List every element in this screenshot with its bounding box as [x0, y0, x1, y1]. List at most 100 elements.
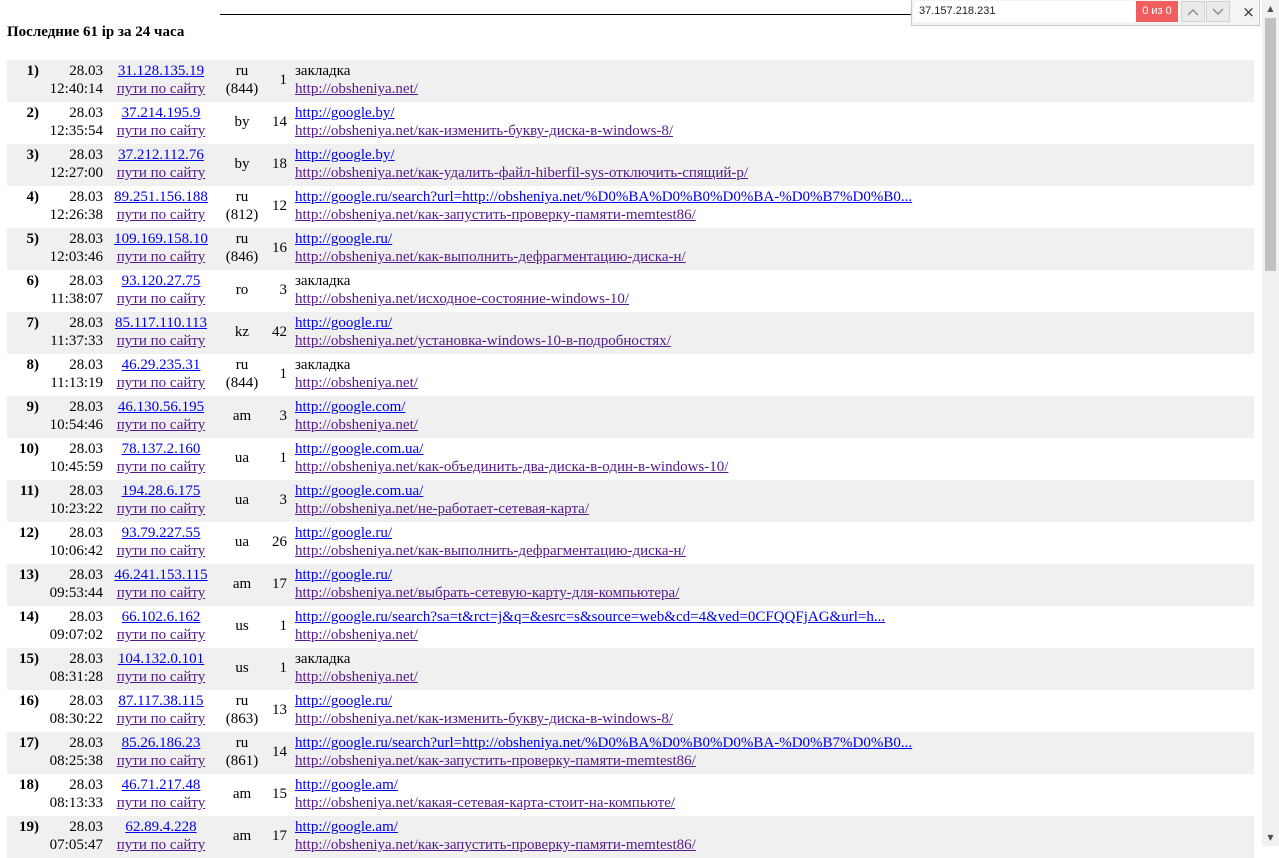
site-paths-link[interactable]: пути по сайту — [111, 626, 211, 644]
site-paths-link[interactable]: пути по сайту — [111, 164, 211, 182]
referrer-cell: http://google.ru/search?url=http://obshe… — [295, 734, 1235, 770]
ip-link[interactable]: 85.26.186.23 — [111, 734, 211, 752]
visit-count: 14 — [272, 114, 287, 130]
ip-link[interactable]: 37.212.112.76 — [111, 146, 211, 164]
referrer-link[interactable]: http://google.by/ — [295, 146, 1235, 164]
landing-page-link[interactable]: http://obsheniya.net/как-запустить-прове… — [295, 752, 1235, 770]
site-paths-link[interactable]: пути по сайту — [111, 206, 211, 224]
scroll-down-arrow-icon[interactable]: ▼ — [1262, 829, 1279, 846]
ip-link[interactable]: 104.132.0.101 — [111, 650, 211, 668]
visit-datetime: 28.03 12:26:38 — [43, 188, 103, 224]
site-paths-link[interactable]: пути по сайту — [111, 416, 211, 434]
site-paths-link[interactable]: пути по сайту — [111, 80, 211, 98]
referrer-link[interactable]: http://google.com.ua/ — [295, 482, 1235, 500]
country-code: ua — [234, 492, 250, 508]
ip-link[interactable]: 85.117.110.113 — [111, 314, 211, 332]
visit-datetime: 28.03 10:23:22 — [43, 482, 103, 518]
referrer-link[interactable]: http://google.com/ — [295, 398, 1235, 416]
visit-date: 28.03 — [69, 525, 103, 541]
scrollbar-thumb[interactable] — [1265, 18, 1276, 271]
country-code: by — [234, 156, 250, 172]
landing-page-link[interactable]: http://obsheniya.net/как-объединить-два-… — [295, 458, 1235, 476]
landing-page-link[interactable]: http://obsheniya.net/как-изменить-букву-… — [295, 710, 1235, 728]
ip-link[interactable]: 93.79.227.55 — [111, 524, 211, 542]
referrer-link[interactable]: http://google.ru/ — [295, 230, 1235, 248]
referrer-link[interactable]: http://google.am/ — [295, 818, 1235, 836]
close-find-button[interactable]: × — [1238, 1, 1259, 22]
site-paths-link[interactable]: пути по сайту — [111, 542, 211, 560]
referrer-link[interactable]: http://google.ru/search?url=http://obshe… — [295, 188, 1235, 206]
ip-link[interactable]: 46.130.56.195 — [111, 398, 211, 416]
visit-time: 12:40:14 — [49, 81, 103, 97]
country-code: am — [232, 576, 252, 592]
site-paths-link[interactable]: пути по сайту — [111, 332, 211, 350]
landing-page-link[interactable]: http://obsheniya.net/какая-сетевая-карта… — [295, 794, 1235, 812]
site-paths-link[interactable]: пути по сайту — [111, 836, 211, 854]
ip-link[interactable]: 37.214.195.9 — [111, 104, 211, 122]
site-paths-link[interactable]: пути по сайту — [111, 752, 211, 770]
landing-page-link[interactable]: http://obsheniya.net/как-запустить-прове… — [295, 206, 1235, 224]
site-paths-link[interactable]: пути по сайту — [111, 500, 211, 518]
landing-page-link[interactable]: http://obsheniya.net/ — [295, 416, 1235, 434]
site-paths-link[interactable]: пути по сайту — [111, 794, 211, 812]
ip-link[interactable]: 46.29.235.31 — [111, 356, 211, 374]
visit-time: 12:03:46 — [49, 249, 103, 265]
referrer-link[interactable]: http://google.ru/ — [295, 566, 1235, 584]
ip-link[interactable]: 46.71.217.48 — [111, 776, 211, 794]
ip-cell: 46.241.153.115 пути по сайту — [111, 566, 211, 602]
referrer-link[interactable]: http://google.ru/ — [295, 314, 1235, 332]
ip-link[interactable]: 109.169.158.10 — [111, 230, 211, 248]
referrer-link[interactable]: http://google.ru/search?sa=t&rct=j&q=&es… — [295, 608, 1235, 626]
country-code: by — [234, 114, 250, 130]
ip-cell: 194.28.6.175 пути по сайту — [111, 482, 211, 518]
landing-page-link[interactable]: http://obsheniya.net/исходное-состояние-… — [295, 290, 1235, 308]
ip-link[interactable]: 78.137.2.160 — [111, 440, 211, 458]
site-paths-link[interactable]: пути по сайту — [111, 710, 211, 728]
landing-page-link[interactable]: http://obsheniya.net/как-выполнить-дефра… — [295, 542, 1235, 560]
visit-date: 28.03 — [69, 609, 103, 625]
landing-page-link[interactable]: http://obsheniya.net/ — [295, 668, 1235, 686]
landing-page-link[interactable]: http://obsheniya.net/ — [295, 626, 1235, 644]
site-paths-link[interactable]: пути по сайту — [111, 290, 211, 308]
ip-link[interactable]: 46.241.153.115 — [111, 566, 211, 584]
vertical-scrollbar[interactable]: ▲ ▼ — [1262, 0, 1279, 846]
visit-datetime: 28.03 12:35:54 — [43, 104, 103, 140]
find-previous-button[interactable] — [1181, 1, 1205, 22]
site-paths-link[interactable]: пути по сайту — [111, 248, 211, 266]
scroll-up-arrow-icon[interactable]: ▲ — [1262, 0, 1279, 17]
landing-page-link[interactable]: http://obsheniya.net/как-удалить-файл-hi… — [295, 164, 1235, 182]
find-input[interactable] — [916, 1, 1148, 21]
ip-link[interactable]: 89.251.156.188 — [111, 188, 211, 206]
ip-link[interactable]: 31.128.135.19 — [111, 62, 211, 80]
visit-time: 09:53:44 — [49, 585, 103, 601]
landing-page-link[interactable]: http://obsheniya.net/ — [295, 374, 1235, 392]
landing-page-link[interactable]: http://obsheniya.net/не-работает-сетевая… — [295, 500, 1235, 518]
referrer-link[interactable]: http://google.am/ — [295, 776, 1235, 794]
referrer-link[interactable]: http://google.ru/ — [295, 692, 1235, 710]
referrer-link[interactable]: http://google.ru/search?url=http://obshe… — [295, 734, 1235, 752]
site-paths-link[interactable]: пути по сайту — [111, 374, 211, 392]
site-paths-link[interactable]: пути по сайту — [111, 122, 211, 140]
referrer-link[interactable]: http://google.by/ — [295, 104, 1235, 122]
row-number: 11) — [19, 483, 39, 499]
landing-page-link[interactable]: http://obsheniya.net/установка-windows-1… — [295, 332, 1235, 350]
landing-page-link[interactable]: http://obsheniya.net/как-выполнить-дефра… — [295, 248, 1235, 266]
site-paths-link[interactable]: пути по сайту — [111, 584, 211, 602]
site-paths-link[interactable]: пути по сайту — [111, 668, 211, 686]
ip-link[interactable]: 194.28.6.175 — [111, 482, 211, 500]
ip-link[interactable]: 62.89.4.228 — [111, 818, 211, 836]
landing-page-link[interactable]: http://obsheniya.net/как-изменить-букву-… — [295, 122, 1235, 140]
landing-page-link[interactable]: http://obsheniya.net/выбрать-сетевую-кар… — [295, 584, 1235, 602]
ip-link[interactable]: 93.120.27.75 — [111, 272, 211, 290]
ip-link[interactable]: 87.117.38.115 — [111, 692, 211, 710]
ip-link[interactable]: 66.102.6.162 — [111, 608, 211, 626]
referrer-link[interactable]: http://google.com.ua/ — [295, 440, 1235, 458]
referrer-link[interactable]: http://google.ru/ — [295, 524, 1235, 542]
site-paths-link[interactable]: пути по сайту — [111, 458, 211, 476]
visit-count: 1 — [279, 618, 288, 634]
landing-page-link[interactable]: http://obsheniya.net/как-запустить-прове… — [295, 836, 1235, 854]
visit-time: 09:07:02 — [49, 627, 103, 643]
find-next-button[interactable] — [1206, 1, 1230, 22]
visit-time: 07:05:47 — [49, 837, 103, 853]
landing-page-link[interactable]: http://obsheniya.net/ — [295, 80, 1235, 98]
